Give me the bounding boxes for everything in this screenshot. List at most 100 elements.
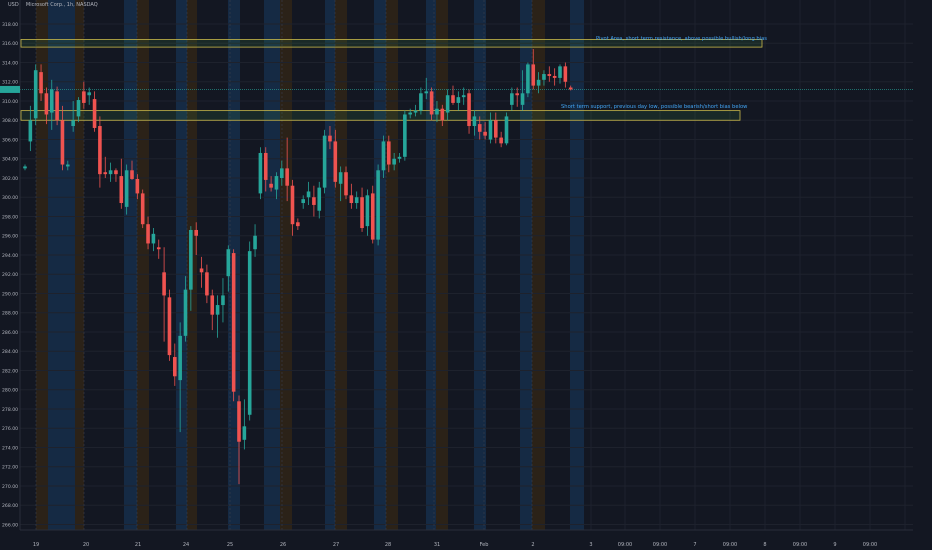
candle-body bbox=[274, 176, 279, 190]
candle-body bbox=[290, 185, 295, 225]
x-tick-label: 19 bbox=[33, 542, 39, 548]
candle-body bbox=[285, 168, 289, 186]
candle-body bbox=[451, 95, 455, 103]
x-tick-label: 2 bbox=[531, 542, 534, 548]
x-tick-label: 09:00 bbox=[723, 542, 737, 548]
candle-body bbox=[403, 114, 407, 157]
candle-body bbox=[504, 116, 509, 144]
candle-body bbox=[365, 195, 370, 227]
candle-body bbox=[173, 357, 177, 377]
candle-body bbox=[531, 64, 536, 86]
y-tick-label: 318.00 bbox=[2, 22, 18, 28]
candle-body bbox=[242, 426, 247, 440]
session-band bbox=[176, 0, 187, 530]
candle-body bbox=[306, 191, 311, 198]
candle-body bbox=[435, 108, 439, 115]
candle-body bbox=[28, 120, 33, 142]
candle-body bbox=[376, 170, 380, 240]
candle-body bbox=[280, 168, 284, 178]
pivot-annotation: Pivot Area, short term resistance, above… bbox=[596, 36, 768, 42]
candle-body bbox=[226, 249, 231, 277]
y-tick-label: 284.00 bbox=[2, 349, 18, 355]
y-tick-label: 274.00 bbox=[2, 445, 18, 451]
session-band bbox=[264, 0, 280, 530]
candle-body bbox=[515, 93, 519, 96]
candle-body bbox=[547, 74, 552, 76]
candle-body bbox=[194, 229, 198, 236]
x-tick-label: 9 bbox=[833, 542, 836, 548]
y-tick-label: 288.00 bbox=[2, 311, 18, 317]
candle-body bbox=[440, 108, 445, 121]
y-tick-label: 272.00 bbox=[2, 465, 18, 471]
x-tick-label: Feb bbox=[480, 542, 489, 548]
session-band bbox=[426, 0, 436, 530]
y-axis-area bbox=[913, 0, 932, 550]
candle-body bbox=[253, 235, 257, 250]
candle-body bbox=[92, 99, 97, 128]
y-tick-label: 310.00 bbox=[2, 99, 18, 105]
candle-body bbox=[210, 295, 215, 315]
support-zone bbox=[20, 110, 741, 121]
candle-body bbox=[108, 170, 113, 175]
candle-body bbox=[39, 72, 43, 94]
candle-body bbox=[338, 172, 343, 184]
candle-body bbox=[526, 64, 530, 94]
candle-body bbox=[354, 197, 359, 204]
y-tick-label: 300.00 bbox=[2, 195, 18, 201]
y-tick-label: 270.00 bbox=[2, 484, 18, 490]
candle-body bbox=[317, 187, 322, 211]
candle-body bbox=[499, 137, 503, 144]
session-band bbox=[436, 0, 448, 530]
price-chart[interactable]: 318.00 316.00 314.00 312.00 310.00 308.00 306.… bbox=[0, 0, 932, 550]
session-band bbox=[374, 0, 386, 530]
candle-body bbox=[328, 135, 332, 142]
candle-body bbox=[66, 164, 70, 167]
y-tick-label: 286.00 bbox=[2, 330, 18, 336]
y-tick-label: 308.00 bbox=[2, 118, 18, 124]
candle-body bbox=[114, 170, 118, 175]
chart-root: 318.00 316.00 314.00 312.00 310.00 308.00 306.… bbox=[0, 0, 932, 550]
candle-body bbox=[349, 195, 354, 204]
candle-body bbox=[215, 305, 220, 315]
candle-body bbox=[445, 95, 450, 113]
y-tick-label: 290.00 bbox=[2, 291, 18, 297]
session-band bbox=[570, 0, 584, 530]
candle-body bbox=[98, 126, 102, 175]
candle-body bbox=[263, 152, 268, 180]
candle-body bbox=[456, 97, 461, 103]
candle-body bbox=[167, 297, 172, 356]
candle-body bbox=[247, 251, 252, 415]
y-tick-label: 304.00 bbox=[2, 157, 18, 163]
candle-body bbox=[76, 100, 81, 117]
y-tick-label: 268.00 bbox=[2, 503, 18, 509]
candle-body bbox=[301, 199, 305, 204]
session-band bbox=[386, 0, 398, 530]
session-band bbox=[75, 0, 84, 530]
y-tick-label: 316.00 bbox=[2, 41, 18, 47]
candle-body bbox=[237, 401, 241, 442]
session-band bbox=[48, 0, 75, 530]
candle-body bbox=[510, 93, 514, 105]
candle-body bbox=[33, 70, 38, 119]
candle-body bbox=[387, 141, 391, 165]
candle-body bbox=[360, 197, 364, 229]
x-tick-label: 26 bbox=[280, 542, 286, 548]
x-tick-label: 3 bbox=[589, 542, 592, 548]
candle-body bbox=[542, 74, 546, 80]
candle-body bbox=[552, 75, 557, 78]
candle-body bbox=[119, 176, 124, 204]
candle-body bbox=[82, 91, 86, 103]
x-tick-label: 24 bbox=[183, 542, 189, 548]
symbol-title: Microsoft Corp., 1h, NASDAQ bbox=[25, 2, 98, 8]
y-tick-label: 306.00 bbox=[2, 137, 18, 143]
x-tick-label: 09:00 bbox=[863, 542, 877, 548]
candle-body bbox=[130, 170, 134, 179]
candle-body bbox=[44, 93, 49, 115]
x-tick-label: 21 bbox=[135, 542, 141, 548]
y-tick-label: 278.00 bbox=[2, 407, 18, 413]
last-price-marker bbox=[0, 85, 20, 93]
candle-body bbox=[392, 158, 396, 165]
candle-body bbox=[520, 93, 525, 105]
candle-body bbox=[344, 172, 348, 196]
candle-body bbox=[467, 93, 471, 127]
